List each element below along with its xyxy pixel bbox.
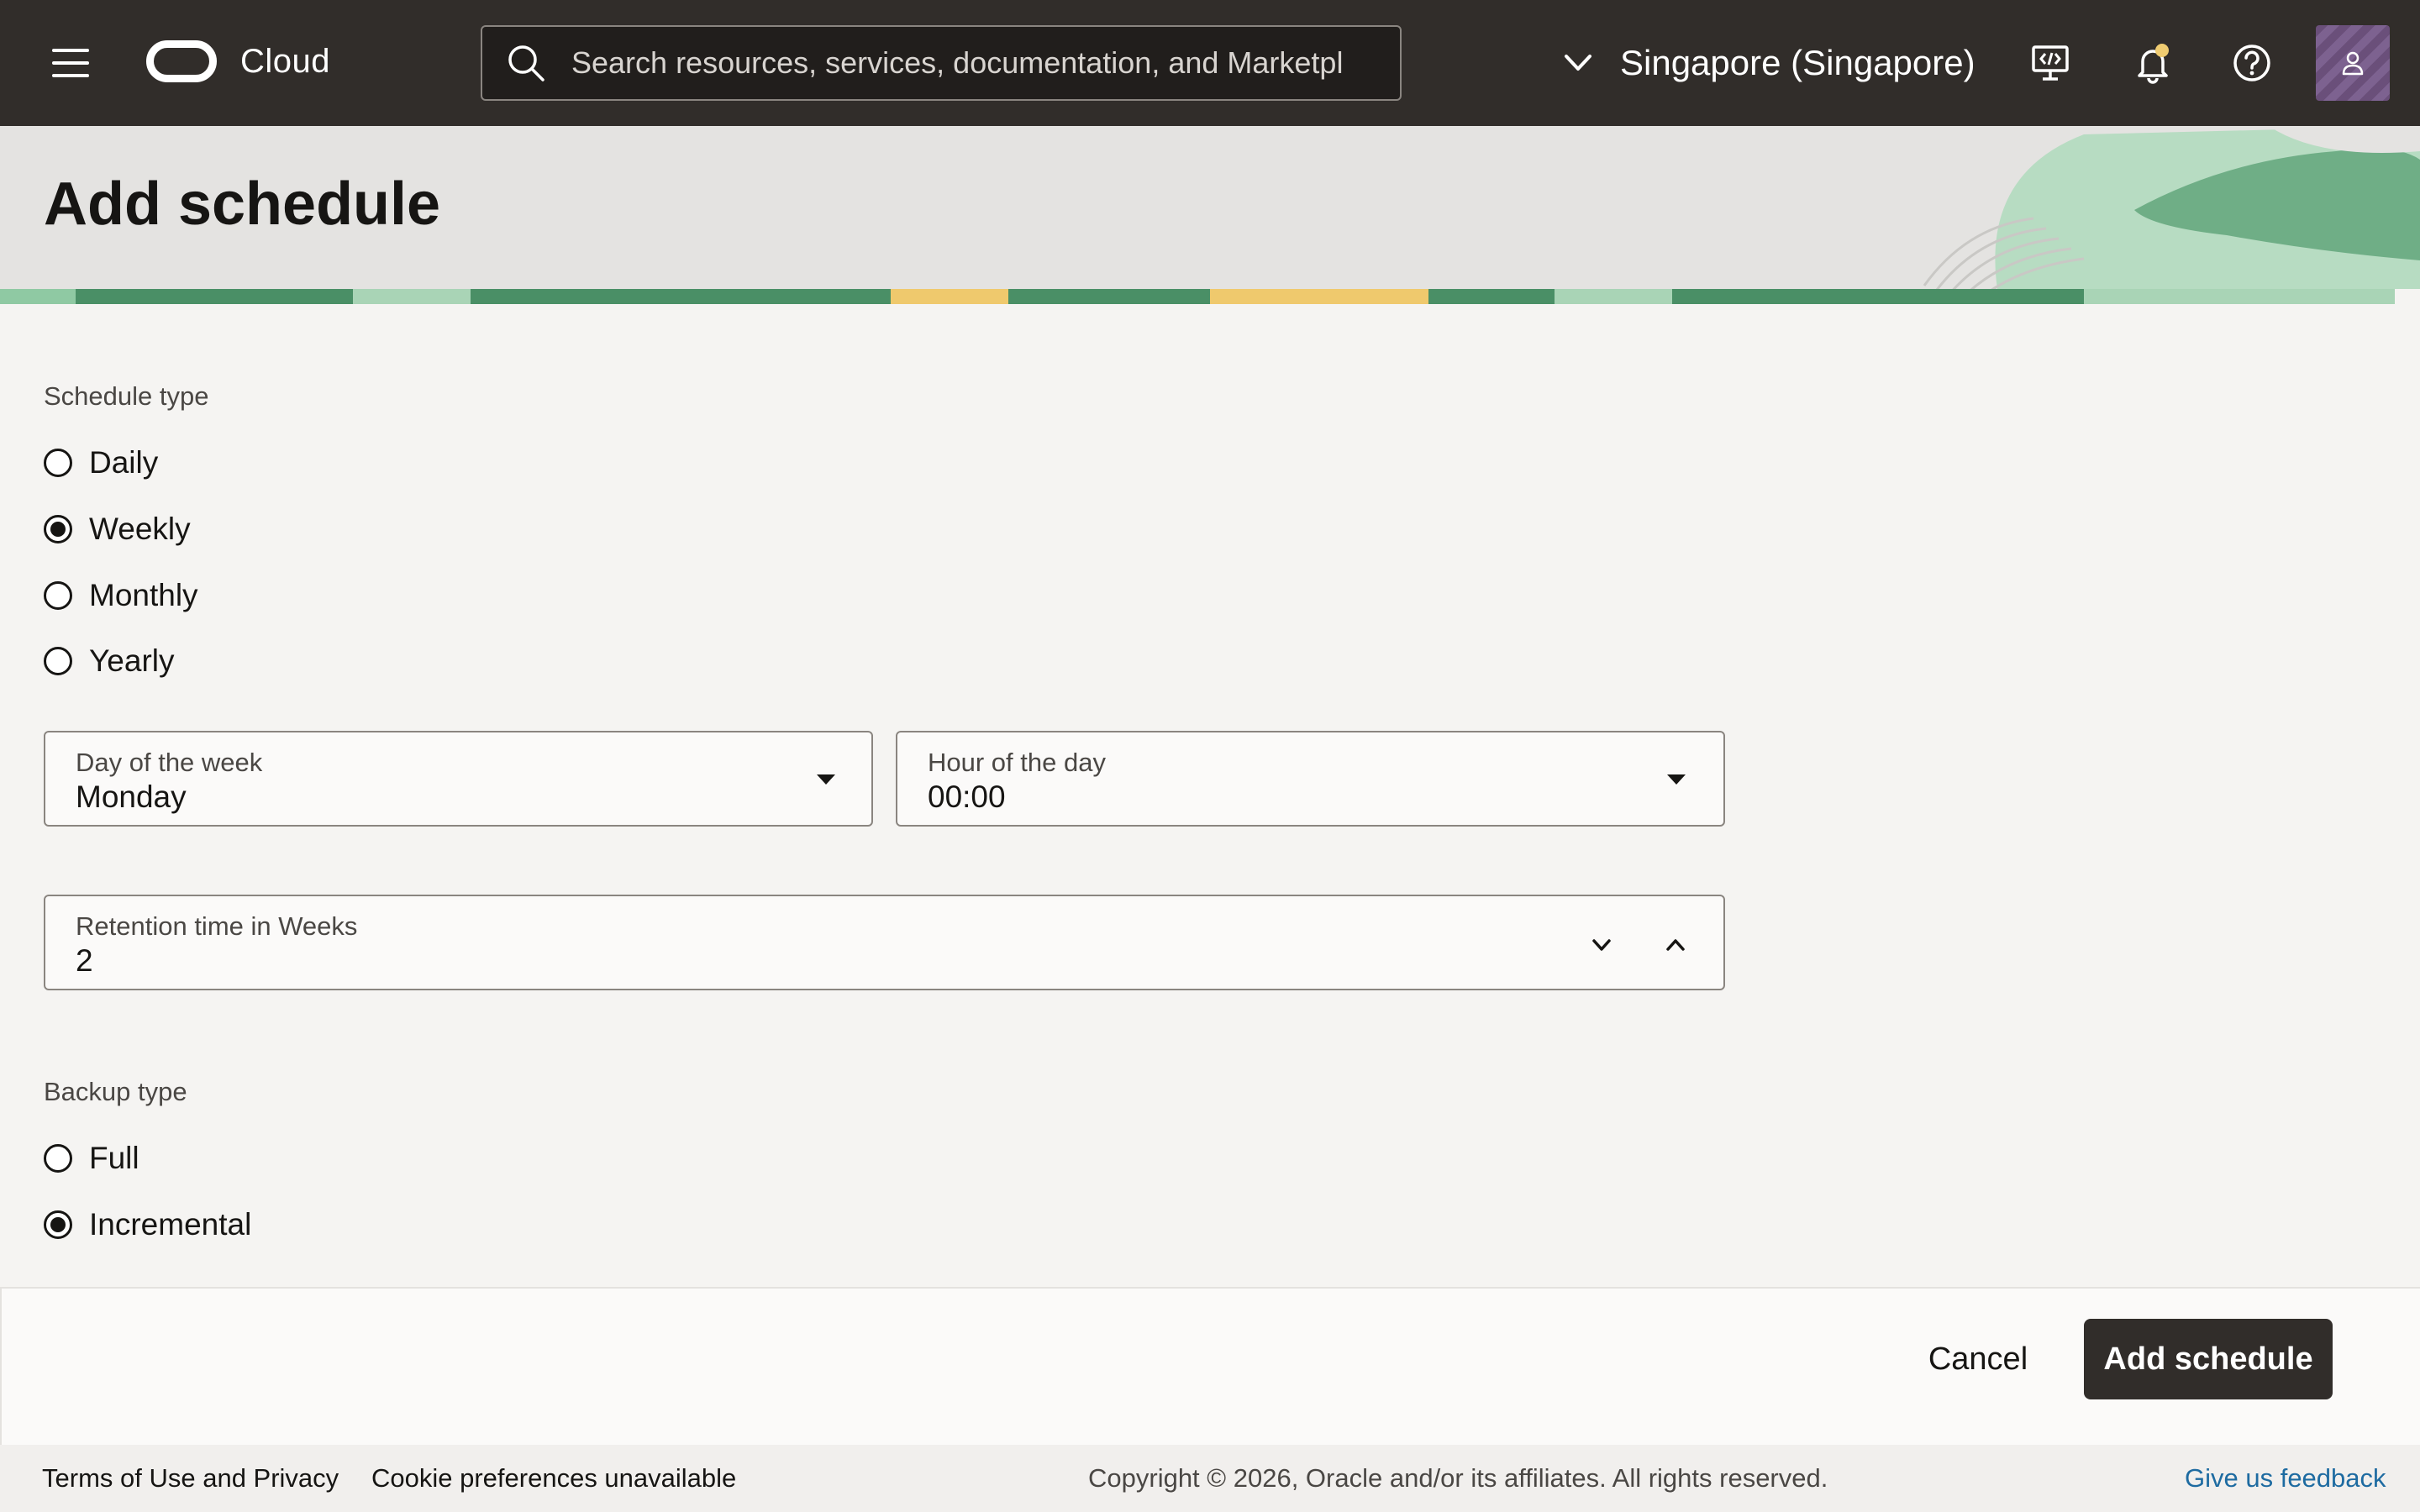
- radio-button-selected[interactable]: [44, 1210, 72, 1239]
- oracle-logo-icon: [146, 40, 217, 82]
- radio-button[interactable]: [44, 1144, 72, 1173]
- radio-button[interactable]: [44, 581, 72, 610]
- dropdown-caret-icon: [817, 774, 835, 785]
- chevron-down-icon: [1565, 55, 1591, 71]
- page-header-banner: Add schedule: [0, 126, 2420, 304]
- backup-type-label: Backup type: [44, 1077, 187, 1106]
- schedule-type-label: Schedule type: [44, 381, 209, 411]
- user-avatar[interactable]: [2316, 25, 2390, 101]
- retention-time-label: Retention time in Weeks: [76, 911, 358, 941]
- cancel-button[interactable]: Cancel: [1909, 1319, 2047, 1399]
- radio-yearly[interactable]: Yearly: [44, 643, 174, 679]
- top-navigation-bar: Cloud Singapore (Singapore): [0, 0, 2420, 126]
- increment-chevron-up-icon[interactable]: [1657, 927, 1694, 963]
- add-schedule-button[interactable]: Add schedule: [2084, 1319, 2333, 1399]
- help-icon[interactable]: [2227, 38, 2277, 88]
- search-icon: [508, 45, 544, 81]
- radio-full[interactable]: Full: [44, 1141, 139, 1176]
- region-selector[interactable]: Singapore (Singapore): [1561, 34, 1975, 92]
- page-footer: Terms of Use and Privacy Cookie preferen…: [0, 1445, 2420, 1512]
- cookie-preferences-link[interactable]: Cookie preferences unavailable: [371, 1463, 736, 1494]
- radio-button[interactable]: [44, 449, 72, 477]
- retention-time-stepper[interactable]: Retention time in Weeks 2: [44, 895, 1725, 990]
- form-action-bar: Cancel Add schedule: [0, 1287, 2420, 1445]
- notifications-bell-icon[interactable]: [2128, 38, 2178, 88]
- radio-label: Incremental: [89, 1207, 252, 1242]
- hour-of-day-value: 00:00: [928, 780, 1006, 814]
- radio-label: Monthly: [89, 578, 198, 612]
- region-label: Singapore (Singapore): [1620, 43, 1975, 82]
- give-feedback-link[interactable]: Give us feedback: [2185, 1463, 2386, 1494]
- menu-icon[interactable]: [52, 49, 89, 77]
- logo-text: Cloud: [240, 42, 331, 80]
- retention-time-value[interactable]: 2: [76, 943, 93, 979]
- hour-of-day-label: Hour of the day: [928, 748, 1106, 777]
- radio-weekly[interactable]: Weekly: [44, 512, 191, 547]
- radio-label: Weekly: [89, 512, 191, 546]
- hour-of-day-select[interactable]: Hour of the day 00:00: [896, 731, 1725, 827]
- search-input[interactable]: [571, 45, 1344, 81]
- radio-button[interactable]: [44, 647, 72, 675]
- radio-incremental[interactable]: Incremental: [44, 1207, 251, 1242]
- day-of-week-label: Day of the week: [76, 748, 263, 777]
- user-profile-icon: [2342, 51, 2364, 76]
- radio-label: Yearly: [89, 643, 175, 678]
- decrement-chevron-down-icon[interactable]: [1583, 927, 1620, 963]
- radio-monthly[interactable]: Monthly: [44, 578, 198, 613]
- day-of-week-select[interactable]: Day of the week Monday: [44, 731, 873, 827]
- radio-button-selected[interactable]: [44, 515, 72, 543]
- terms-of-use-link[interactable]: Terms of Use and Privacy: [42, 1463, 339, 1494]
- dropdown-caret-icon: [1667, 774, 1686, 785]
- page-title: Add schedule: [44, 171, 441, 238]
- oracle-cloud-logo[interactable]: Cloud: [146, 40, 330, 82]
- day-of-week-value: Monday: [76, 780, 187, 814]
- global-search[interactable]: [481, 25, 1402, 101]
- developer-tools-icon[interactable]: [2025, 38, 2075, 88]
- radio-label: Daily: [89, 445, 159, 480]
- decorative-strip: [0, 289, 2420, 304]
- radio-daily[interactable]: Daily: [44, 445, 158, 480]
- radio-label: Full: [89, 1141, 139, 1175]
- copyright-text: Copyright © 2026, Oracle and/or its affi…: [1088, 1463, 1828, 1493]
